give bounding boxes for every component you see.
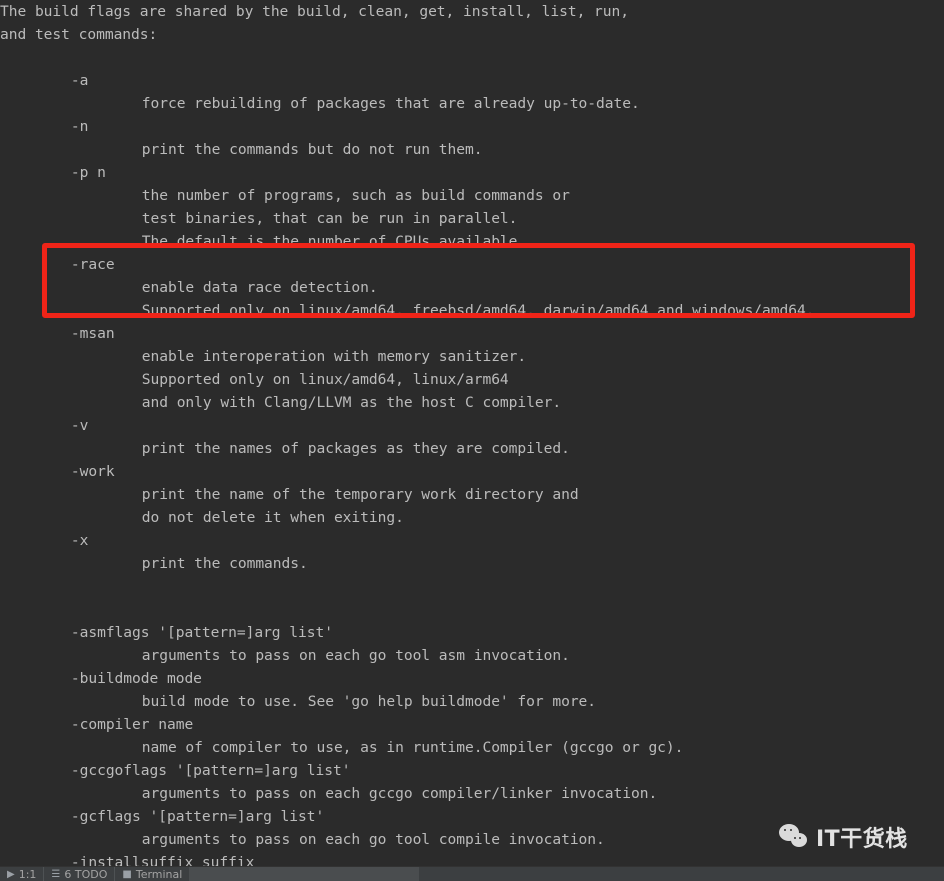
- console-flag-line: -work: [70, 463, 115, 480]
- console-text-line: name of compiler to use, as in runtime.C…: [141, 739, 684, 756]
- console-text-line: do not delete it when exiting.: [141, 509, 404, 526]
- console-text-line: The build flags are shared by the build,…: [0, 3, 630, 20]
- console-flag-line: -a: [70, 72, 89, 89]
- console-flag-line: -v: [70, 417, 89, 434]
- console-text-line: build mode to use. See 'go help buildmod…: [141, 693, 597, 710]
- console-text-line: Supported only on linux/amd64, linux/arm…: [141, 371, 509, 388]
- watermark-label: IT干货栈: [816, 827, 908, 852]
- console-flag-line: -msan: [70, 325, 115, 342]
- status-bar-item-label: Terminal: [135, 868, 183, 881]
- screenshot-root: The build flags are shared by the build,…: [0, 0, 944, 881]
- console-text-line: enable data race detection.: [141, 279, 378, 296]
- status-bar-right-region: [189, 867, 420, 881]
- console-flag-line: -x: [70, 532, 89, 549]
- console-text-line: arguments to pass on each go tool compil…: [141, 831, 605, 848]
- status-bar-item-label: 1:1: [18, 868, 37, 881]
- console-text-line: and test commands:: [0, 26, 158, 43]
- console-flag-line: -compiler name: [70, 716, 194, 733]
- status-bar-item-terminal[interactable]: ■ Terminal: [115, 867, 189, 881]
- console-output-panel[interactable]: The build flags are shared by the build,…: [0, 0, 944, 866]
- console-flag-line: -gccgoflags '[pattern=]arg list': [70, 762, 351, 779]
- run-icon: ▶: [7, 868, 15, 880]
- console-text-line: the number of programs, such as build co…: [141, 187, 570, 204]
- console-flag-line: -gcflags '[pattern=]arg list': [70, 808, 325, 825]
- todo-icon: ☰: [51, 868, 61, 880]
- console-text-line: enable interoperation with memory saniti…: [141, 348, 527, 365]
- console-text-line: and only with Clang/LLVM as the host C c…: [141, 394, 562, 411]
- console-text-line: The default is the number of CPUs availa…: [141, 233, 527, 250]
- console-text-line: print the commands but do not run them.: [141, 141, 483, 158]
- console-flag-line: -race: [70, 256, 115, 273]
- console-flag-line: -installsuffix suffix: [70, 854, 255, 866]
- console-text-line: print the names of packages as they are …: [141, 440, 570, 457]
- console-text-line: test binaries, that can be run in parall…: [141, 210, 518, 227]
- console-text-line: force rebuilding of packages that are al…: [141, 95, 640, 112]
- console-text-line: arguments to pass on each gccgo compiler…: [141, 785, 658, 802]
- wechat-icon: [779, 824, 809, 850]
- console-flag-line: -n: [70, 118, 89, 135]
- status-bar-item-label: 6 TODO: [64, 868, 108, 881]
- status-bar-item-todo[interactable]: ☰ 6 TODO: [44, 867, 114, 881]
- console-flag-line: -p n: [70, 164, 106, 181]
- watermark: IT干货栈: [779, 821, 908, 853]
- status-bar-item-caret-position[interactable]: ▶ 1:1: [0, 867, 43, 881]
- console-text-line: print the name of the temporary work dir…: [141, 486, 579, 503]
- ide-status-bar[interactable]: ▶ 1:1 ☰ 6 TODO ■ Terminal: [0, 866, 944, 881]
- console-text-line: arguments to pass on each go tool asm in…: [141, 647, 570, 664]
- console-text-line: print the commands.: [141, 555, 308, 572]
- terminal-icon: ■: [122, 868, 132, 880]
- console-flag-line: -asmflags '[pattern=]arg list': [70, 624, 333, 641]
- console-text-line: Supported only on linux/amd64, freebsd/a…: [141, 302, 815, 319]
- console-flag-line: -buildmode mode: [70, 670, 202, 687]
